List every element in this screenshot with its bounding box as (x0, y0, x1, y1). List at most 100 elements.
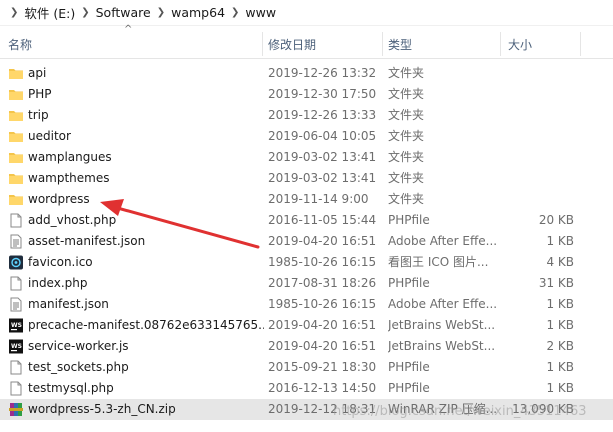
file-type: PHPfile (388, 213, 430, 227)
file-date: 2019-04-20 16:51 (268, 318, 377, 332)
chevron-right-icon[interactable]: ❯ (231, 7, 239, 18)
file-size: 1 KB (546, 318, 574, 332)
file-name: wordpress (28, 192, 90, 206)
file-row[interactable]: trip 2019-12-26 13:33 文件夹 (0, 105, 613, 126)
file-type: 文件夹 (388, 171, 425, 185)
file-size: 1 KB (546, 381, 574, 395)
file-icon (8, 213, 24, 228)
file-size (504, 84, 574, 105)
column-header: ^ 名称 修改日期 类型 大小 (0, 24, 613, 59)
watermark-text: https://blog.csdn.net/weixin_43511463 (333, 404, 587, 419)
folder-icon (8, 129, 24, 144)
file-date: 2015-09-21 18:30 (268, 360, 377, 374)
column-divider[interactable] (382, 32, 383, 56)
file-row[interactable]: index.php 2017-08-31 18:26 PHPfile 31 KB (0, 273, 613, 294)
file-icon (8, 381, 24, 396)
file-name: favicon.ico (28, 255, 93, 269)
file-row[interactable]: api 2019-12-26 13:32 文件夹 (0, 63, 613, 84)
sort-ascending-icon: ^ (124, 24, 133, 35)
file-size (504, 147, 574, 168)
file-type: Adobe After Effe... (388, 297, 498, 311)
folder-icon (8, 66, 24, 81)
file-size: 2 KB (546, 339, 574, 353)
chevron-right-icon[interactable]: ❯ (81, 7, 89, 18)
file-type: Adobe After Effe... (388, 234, 498, 248)
file-type: 文件夹 (388, 108, 425, 122)
file-date: 2019-11-14 9:00 (268, 192, 369, 206)
file-name: PHP (28, 87, 52, 101)
file-row[interactable]: manifest.json 1985-10-26 16:15 Adobe After… (0, 294, 613, 315)
file-size (504, 105, 574, 126)
file-row[interactable]: WS precache-manifest.08762e633145765... 20… (0, 315, 613, 336)
file-type: 文件夹 (388, 129, 425, 143)
chevron-right-icon[interactable]: ❯ (157, 7, 165, 18)
file-name: index.php (28, 276, 88, 290)
file-date: 2019-12-26 13:33 (268, 108, 377, 122)
file-name: add_vhost.php (28, 213, 117, 227)
file-date: 2019-12-30 17:50 (268, 87, 377, 101)
chevron-right-icon[interactable]: ❯ (10, 7, 18, 18)
file-size: 1 KB (546, 360, 574, 374)
breadcrumb-wamp64[interactable]: wamp64 (171, 5, 225, 20)
winrar-archive-icon (8, 402, 24, 417)
file-type: JetBrains WebSt... (388, 318, 496, 332)
file-name: manifest.json (28, 297, 109, 311)
file-name: service-worker.js (28, 339, 129, 353)
file-row[interactable]: PHP 2019-12-30 17:50 文件夹 (0, 84, 613, 105)
json-file-icon (8, 297, 24, 312)
file-size: 31 KB (538, 276, 574, 290)
file-row[interactable]: test_sockets.php 2015-09-21 18:30 PHPfile 1… (0, 357, 613, 378)
column-divider[interactable] (580, 32, 581, 56)
file-name: trip (28, 108, 49, 122)
folder-icon (8, 192, 24, 207)
file-type: PHPfile (388, 381, 430, 395)
file-name: precache-manifest.08762e633145765... (28, 318, 264, 332)
file-row[interactable]: add_vhost.php 2016-11-05 15:44 PHPfile 20 K… (0, 210, 613, 231)
file-row[interactable]: wamplangues 2019-03-02 13:41 文件夹 (0, 147, 613, 168)
file-name: wamplangues (28, 150, 112, 164)
column-type[interactable]: 类型 (388, 30, 412, 58)
file-size: 20 KB (538, 213, 574, 227)
file-type: 看图王 ICO 图片... (388, 255, 489, 269)
file-date: 2019-03-02 13:41 (268, 150, 377, 164)
file-date: 2019-03-02 13:41 (268, 171, 377, 185)
column-divider[interactable] (500, 32, 501, 56)
file-row[interactable]: asset-manifest.json 2019-04-20 16:51 Adobe… (0, 231, 613, 252)
file-date: 2019-04-20 16:51 (268, 234, 377, 248)
file-size (504, 126, 574, 147)
file-size (504, 63, 574, 84)
file-size (504, 168, 574, 189)
file-size: 1 KB (546, 234, 574, 248)
json-file-icon (8, 234, 24, 249)
column-date[interactable]: 修改日期 (268, 30, 316, 58)
file-row[interactable]: ueditor 2019-06-04 10:05 文件夹 (0, 126, 613, 147)
webstorm-file-icon: WS (8, 318, 24, 333)
folder-icon (8, 171, 24, 186)
file-date: 2017-08-31 18:26 (268, 276, 377, 290)
svg-text:WS: WS (11, 343, 22, 350)
file-row[interactable]: testmysql.php 2016-12-13 14:50 PHPfile 1 KB (0, 378, 613, 399)
file-size: 4 KB (546, 255, 574, 269)
file-date: 1985-10-26 16:15 (268, 255, 377, 269)
file-size (504, 189, 574, 210)
file-date: 2019-04-20 16:51 (268, 339, 377, 353)
file-icon (8, 360, 24, 375)
file-row[interactable]: wordpress 2019-11-14 9:00 文件夹 (0, 189, 613, 210)
file-type: 文件夹 (388, 87, 425, 101)
file-type: 文件夹 (388, 192, 425, 206)
file-row[interactable]: wampthemes 2019-03-02 13:41 文件夹 (0, 168, 613, 189)
file-row[interactable]: favicon.ico 1985-10-26 16:15 看图王 ICO 图片...… (0, 252, 613, 273)
file-type: JetBrains WebSt... (388, 339, 496, 353)
folder-icon (8, 108, 24, 123)
breadcrumb-drive[interactable]: 软件 (E:) (24, 3, 75, 22)
file-row[interactable]: WS service-worker.js 2019-04-20 16:51 JetBr… (0, 336, 613, 357)
svg-text:WS: WS (11, 322, 22, 329)
column-size[interactable]: 大小 (508, 30, 532, 58)
column-divider[interactable] (262, 32, 263, 56)
breadcrumb-www[interactable]: www (245, 5, 276, 20)
file-date: 2019-12-26 13:32 (268, 66, 377, 80)
breadcrumb-software[interactable]: Software (96, 5, 151, 20)
file-icon (8, 276, 24, 291)
column-name[interactable]: 名称 (8, 30, 32, 58)
file-name: testmysql.php (28, 381, 114, 395)
